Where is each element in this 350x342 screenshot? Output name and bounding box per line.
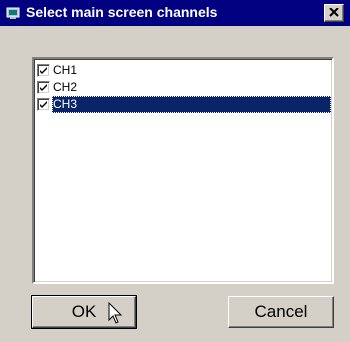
close-button[interactable] [324,4,344,22]
title-bar[interactable]: Select main screen channels [0,0,350,26]
close-icon [329,8,339,17]
selection-highlight [52,96,331,113]
checkmark-icon [40,67,47,74]
cancel-button[interactable]: Cancel [228,296,334,328]
window-app-icon[interactable] [6,6,20,20]
checkbox-ch3[interactable] [37,98,50,111]
checkmark-icon [40,84,47,91]
list-item-label: CH3 [53,97,78,111]
dialog-window: Select main screen channels CH1 CH2 CH3 … [0,0,350,342]
list-item-ch3[interactable]: CH3 [37,96,331,113]
list-item-ch1[interactable]: CH1 [37,62,331,79]
list-item-label: CH2 [53,80,78,94]
list-item-label: CH1 [53,63,78,77]
dialog-title: Select main screen channels [26,4,218,20]
checkbox-ch2[interactable] [37,81,50,94]
checkmark-icon [40,101,47,108]
arrow-pointer-icon [108,302,123,324]
checkbox-ch1[interactable] [37,64,50,77]
list-item-ch2[interactable]: CH2 [37,79,331,96]
channel-listbox[interactable]: CH1 CH2 CH3 [32,57,334,284]
